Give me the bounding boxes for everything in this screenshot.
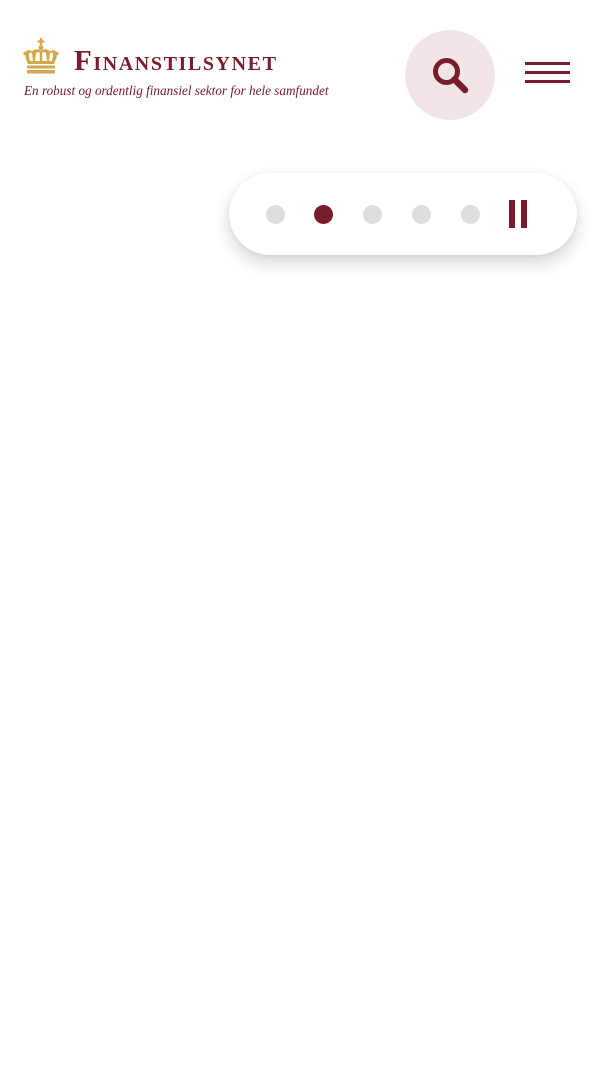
site-name-rest: INANSTILSYNET — [93, 53, 278, 75]
crown-icon — [23, 38, 59, 74]
carousel-dot-1[interactable] — [266, 205, 285, 224]
carousel-dot-4[interactable] — [412, 205, 431, 224]
site-name-initial: F — [74, 45, 94, 77]
hamburger-menu-icon — [525, 62, 570, 65]
site-logo-link[interactable]: FINANSTILSYNET En robust og ordentlig fi… — [22, 38, 382, 104]
menu-button[interactable] — [520, 56, 576, 90]
carousel-dot-2[interactable] — [314, 205, 333, 224]
hamburger-menu-icon-bar — [525, 80, 570, 83]
search-icon — [433, 58, 469, 94]
site-tagline: En robust og ordentlig finansiel sektor … — [24, 83, 329, 98]
pause-icon-bar — [521, 200, 527, 228]
hamburger-menu-icon-bar — [525, 71, 570, 74]
site-name: FINANSTILSYNET — [74, 44, 278, 81]
search-button[interactable] — [405, 30, 495, 120]
carousel-controls — [229, 173, 577, 255]
carousel-dot-5[interactable] — [461, 205, 480, 224]
carousel-dot-3[interactable] — [363, 205, 382, 224]
carousel-pause-button[interactable] — [505, 197, 531, 231]
pause-icon — [509, 200, 515, 228]
site-header: FINANSTILSYNET En robust og ordentlig fi… — [0, 0, 600, 150]
